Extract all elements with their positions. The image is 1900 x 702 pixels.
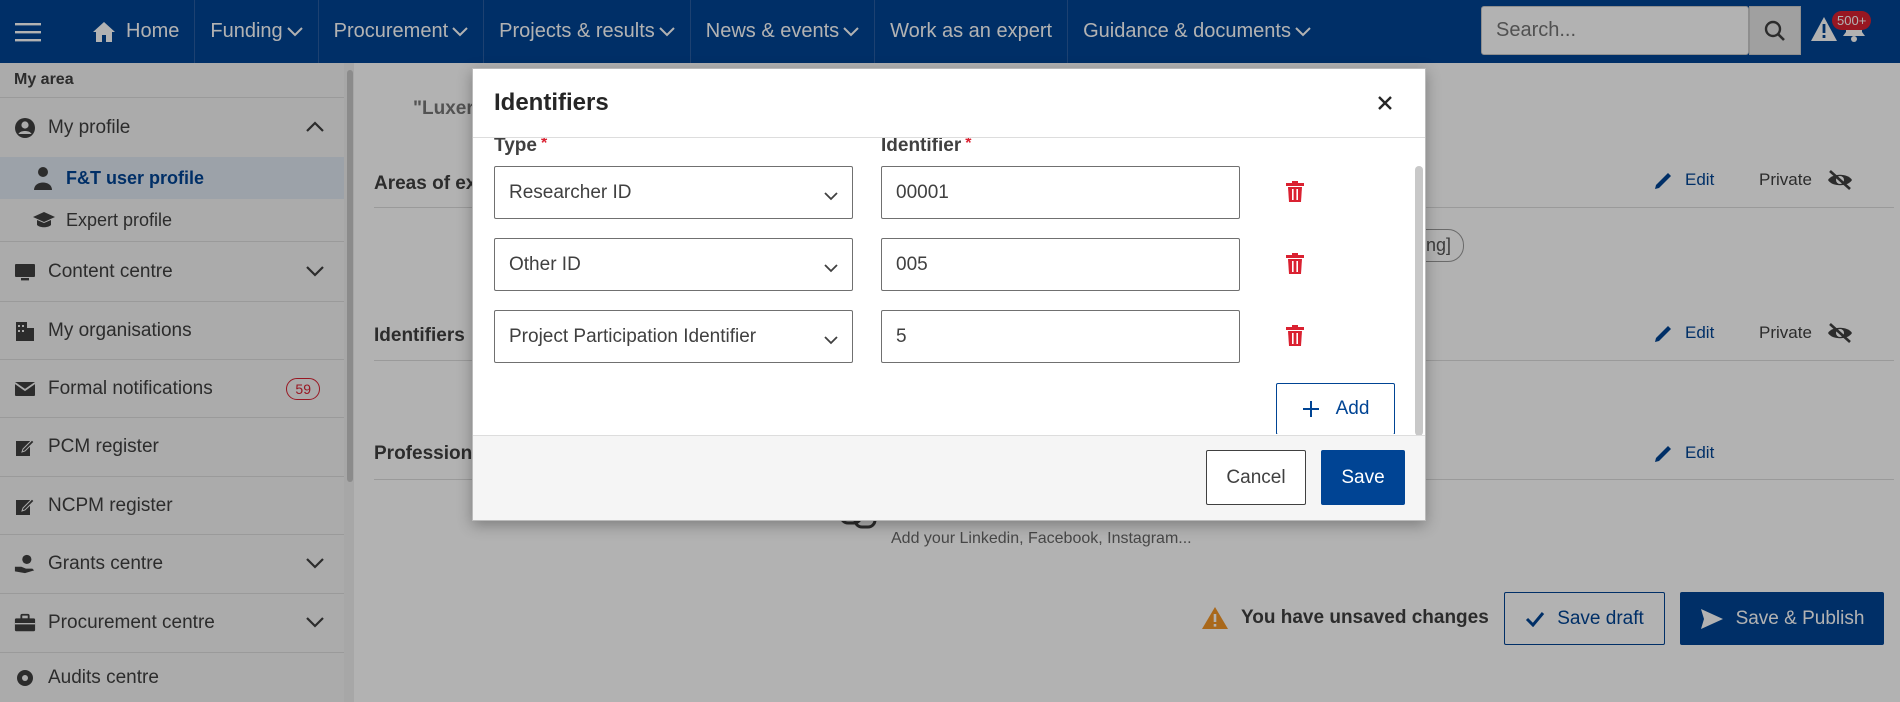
type-select-value: Other ID [509, 253, 581, 275]
type-select-row-1[interactable]: Researcher ID [494, 166, 853, 219]
trash-icon[interactable] [1284, 252, 1306, 276]
trash-icon[interactable] [1284, 324, 1306, 348]
required-marker: * [540, 138, 548, 152]
identifier-value: 00001 [896, 181, 949, 203]
required-marker: * [965, 138, 972, 152]
cancel-button[interactable]: Cancel [1206, 450, 1306, 505]
identifier-label: Identifier [881, 138, 962, 156]
identifier-column-header: Identifier * [881, 138, 971, 157]
type-label: Type [494, 138, 537, 156]
add-identifier-button[interactable]: Add [1276, 383, 1395, 434]
modal-header: Identifiers [473, 69, 1425, 138]
type-select-row-3[interactable]: Project Participation Identifier [494, 310, 853, 363]
type-column-header: Type * [494, 138, 547, 157]
type-select-value: Project Participation Identifier [509, 325, 757, 347]
modal-scrollbar[interactable] [1415, 166, 1423, 436]
identifier-value: 005 [896, 253, 928, 275]
modal-title: Identifiers [494, 89, 609, 116]
save-button[interactable]: Save [1321, 450, 1405, 505]
close-icon[interactable] [1373, 91, 1397, 115]
plus-icon [1302, 401, 1319, 417]
identifier-value: 5 [896, 325, 907, 347]
trash-icon[interactable] [1284, 180, 1306, 204]
identifier-input-row-3[interactable]: 5 [881, 310, 1240, 363]
identifier-input-row-2[interactable]: 005 [881, 238, 1240, 291]
type-select-row-2[interactable]: Other ID [494, 238, 853, 291]
chevron-down-icon [824, 257, 838, 279]
chevron-down-icon [824, 185, 838, 207]
chevron-down-icon [824, 329, 838, 351]
modal-body: Type * Identifier * Researcher ID 00001 Ot… [473, 138, 1425, 434]
identifier-input-row-1[interactable]: 00001 [881, 166, 1240, 219]
modal-footer: Cancel Save [473, 435, 1425, 520]
add-label: Add [1335, 398, 1370, 419]
identifiers-modal: Identifiers Type * Identifier * Researcher… [472, 68, 1426, 521]
type-select-value: Researcher ID [509, 181, 632, 203]
